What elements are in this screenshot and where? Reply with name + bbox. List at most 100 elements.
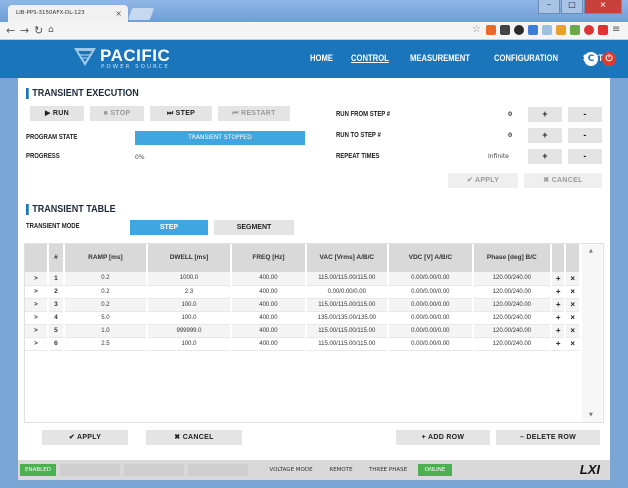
cell-vdc[interactable]: 0.00/0.00/0.00 <box>388 337 474 351</box>
cell-vdc[interactable]: 0.00/0.00/0.00 <box>388 324 474 338</box>
cell-ramp[interactable]: 5.0 <box>64 311 148 325</box>
nav-home[interactable]: HOME <box>310 53 333 63</box>
run-button[interactable]: ▶ RUN <box>30 106 84 121</box>
mode-step-button[interactable]: STEP <box>130 220 208 235</box>
row-expand-icon[interactable]: > <box>25 324 49 338</box>
cell-ramp[interactable]: 2.5 <box>64 337 148 351</box>
cell-phase[interactable]: 120.00/240.00 <box>472 337 553 351</box>
insert-row-icon[interactable]: + <box>551 272 567 286</box>
minimize-button[interactable]: – <box>538 0 560 14</box>
mode-segment-button[interactable]: SEGMENT <box>214 220 294 235</box>
home-icon[interactable]: ⌂ <box>48 25 54 35</box>
cell-dwell[interactable]: 2.3 <box>146 285 233 299</box>
table-row[interactable]: >2 0.2 2.3 400.00 0.00/0.00/0.00 0.00/0.00/0.… <box>25 285 581 299</box>
cell-dwell[interactable]: 1000.0 <box>146 272 233 286</box>
tab-close-icon[interactable]: × <box>115 9 122 18</box>
cell-freq[interactable]: 400.00 <box>231 324 307 338</box>
cell-vac[interactable]: 115.00/115.00/115.00 <box>305 298 390 312</box>
extension-icon-e[interactable] <box>542 25 552 35</box>
cell-vac[interactable]: 115.00/115.00/115.00 <box>305 324 390 338</box>
cell-vac[interactable]: 0.00/0.00/0.00 <box>305 285 390 299</box>
cell-vdc[interactable]: 0.00/0.00/0.00 <box>388 298 474 312</box>
reload-icon[interactable]: ↻ <box>34 24 43 37</box>
cell-vac[interactable]: 115.00/115.00/115.00 <box>305 337 390 351</box>
maximize-button[interactable]: □ <box>561 0 583 14</box>
execution-cancel-button[interactable]: ✖ CANCEL <box>524 173 602 188</box>
extension-icon-f[interactable] <box>556 25 566 35</box>
scroll-up-icon[interactable]: ▲ <box>589 248 593 254</box>
cell-ramp[interactable]: 0.2 <box>64 272 148 286</box>
table-row[interactable]: >6 2.5 100.0 400.00 115.00/115.00/115.00 0.00… <box>25 337 581 351</box>
cell-ramp[interactable]: 0.2 <box>64 298 148 312</box>
cell-phase[interactable]: 120.00/240.00 <box>472 285 553 299</box>
table-row[interactable]: >4 5.0 100.0 400.00 135.00/135.00/135.00 0.00… <box>25 311 581 325</box>
run-to-decrement-button[interactable]: - <box>568 128 602 143</box>
insert-row-icon[interactable]: + <box>551 337 567 351</box>
forward-icon[interactable]: → <box>20 24 29 37</box>
extension-icon-c[interactable] <box>514 25 524 35</box>
run-to-increment-button[interactable]: + <box>528 128 562 143</box>
row-expand-icon[interactable]: > <box>25 311 49 325</box>
table-row[interactable]: >3 0.2 100.0 400.00 115.00/115.00/115.00 0.00… <box>25 298 581 312</box>
insert-row-icon[interactable]: + <box>551 324 567 338</box>
run-from-increment-button[interactable]: + <box>528 107 562 122</box>
cell-phase[interactable]: 120.00/240.00 <box>472 272 553 286</box>
remove-row-icon[interactable]: × <box>565 337 581 351</box>
step-button[interactable]: ⏭ STEP <box>150 106 212 121</box>
nav-control[interactable]: CONTROL <box>351 53 389 63</box>
cell-dwell[interactable]: 999999.0 <box>146 324 233 338</box>
cell-ramp[interactable]: 0.2 <box>64 285 148 299</box>
remove-row-icon[interactable]: × <box>565 272 581 286</box>
cell-dwell[interactable]: 100.0 <box>146 337 233 351</box>
extension-icon-g[interactable] <box>570 25 580 35</box>
remove-row-icon[interactable]: × <box>565 311 581 325</box>
cell-ramp[interactable]: 1.0 <box>64 324 148 338</box>
restart-button[interactable]: ⏮ RESTART <box>218 106 290 121</box>
add-row-button[interactable]: + ADD ROW <box>396 430 490 445</box>
remove-row-icon[interactable]: × <box>565 285 581 299</box>
repeat-decrement-button[interactable]: - <box>568 149 602 164</box>
settings-icon[interactable]: C <box>584 52 598 66</box>
run-to-step-input[interactable]: 0 <box>508 132 512 139</box>
row-expand-icon[interactable]: > <box>25 337 49 351</box>
cell-freq[interactable]: 400.00 <box>231 337 307 351</box>
browser-tab[interactable]: LIB-PPS-3150AFX-DL-123 × <box>8 5 128 22</box>
execution-apply-button[interactable]: ✔ APPLY <box>448 173 518 188</box>
stop-button[interactable]: ■ STOP <box>90 106 144 121</box>
remove-row-icon[interactable]: × <box>565 324 581 338</box>
insert-row-icon[interactable]: + <box>551 298 567 312</box>
cell-vdc[interactable]: 0.00/0.00/0.00 <box>388 285 474 299</box>
row-expand-icon[interactable]: > <box>25 298 49 312</box>
row-expand-icon[interactable]: > <box>25 285 49 299</box>
cell-phase[interactable]: 120.00/240.00 <box>472 324 553 338</box>
extension-icon-d[interactable] <box>528 25 538 35</box>
remove-row-icon[interactable]: × <box>565 298 581 312</box>
insert-row-icon[interactable]: + <box>551 285 567 299</box>
new-tab-button[interactable] <box>127 8 155 20</box>
repeat-increment-button[interactable]: + <box>528 149 562 164</box>
cell-dwell[interactable]: 100.0 <box>146 298 233 312</box>
power-icon[interactable]: ⏻ <box>602 52 616 66</box>
run-from-step-input[interactable]: 0 <box>508 111 512 118</box>
delete-row-button[interactable]: – DELETE ROW <box>496 430 600 445</box>
table-apply-button[interactable]: ✔ APPLY <box>42 430 128 445</box>
extension-icon-b[interactable] <box>500 25 510 35</box>
cell-freq[interactable]: 400.00 <box>231 311 307 325</box>
insert-row-icon[interactable]: + <box>551 311 567 325</box>
window-close-button[interactable]: × <box>584 0 622 14</box>
table-row[interactable]: >5 1.0 999999.0 400.00 115.00/115.00/115.00 0… <box>25 324 581 338</box>
cell-phase[interactable]: 120.00/240.00 <box>472 298 553 312</box>
cell-phase[interactable]: 120.00/240.00 <box>472 311 553 325</box>
menu-icon[interactable]: ≡ <box>612 25 622 35</box>
star-icon[interactable]: ☆ <box>472 25 482 35</box>
back-icon[interactable]: ← <box>6 24 15 37</box>
extension-icon-h[interactable] <box>584 25 594 35</box>
extension-icon-a[interactable] <box>486 25 496 35</box>
cell-vdc[interactable]: 0.00/0.00/0.00 <box>388 311 474 325</box>
cell-dwell[interactable]: 100.0 <box>146 311 233 325</box>
repeat-times-input[interactable]: Infinite <box>488 153 509 160</box>
nav-configuration[interactable]: CONFIGURATION <box>494 53 558 63</box>
extension-icon-i[interactable] <box>598 25 608 35</box>
scroll-down-icon[interactable]: ▼ <box>589 412 593 418</box>
cell-freq[interactable]: 400.00 <box>231 285 307 299</box>
